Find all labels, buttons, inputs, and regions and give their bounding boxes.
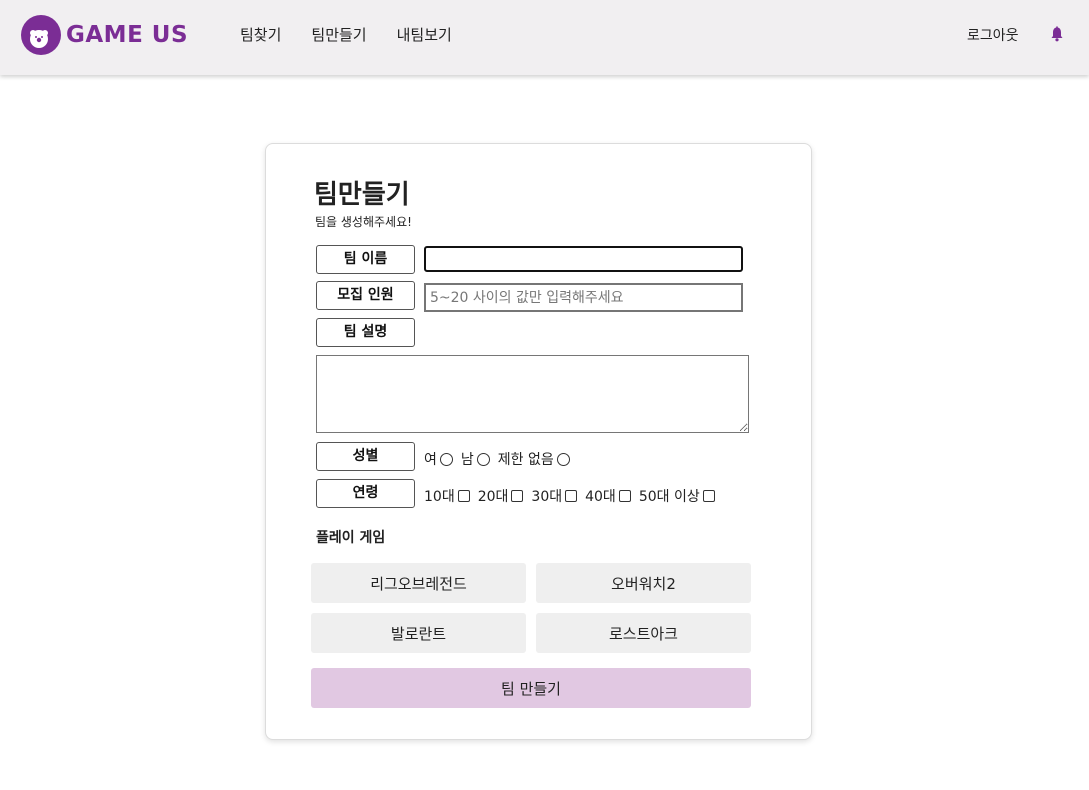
play-game-label: 플레이 게임: [316, 530, 386, 546]
game-button-overwatch2[interactable]: 오버워치2: [536, 563, 751, 603]
recruit-count-input[interactable]: [424, 283, 743, 312]
gender-label: 성별: [316, 442, 415, 471]
age-option-label: 50대 이상: [638, 489, 700, 505]
age-option-30s[interactable]: 30대: [531, 486, 578, 506]
brand-name: GAME US: [66, 22, 189, 48]
age-40s-checkbox[interactable]: [618, 490, 631, 502]
gender-option-label: 남: [460, 452, 474, 468]
game-button-valorant[interactable]: 발로란트: [311, 613, 526, 653]
gender-option-label: 여: [424, 452, 437, 468]
create-team-submit-button[interactable]: 팀 만들기: [311, 668, 751, 708]
gender-option-male[interactable]: 남: [461, 449, 490, 469]
age-label: 연령: [316, 479, 415, 508]
recruit-count-label: 모집 인원: [316, 281, 415, 310]
age-option-label: 40대: [585, 489, 616, 505]
logout-link[interactable]: 로그아웃: [967, 25, 1019, 45]
gender-option-label: 제한 없음: [497, 452, 554, 468]
age-option-label: 20대: [477, 489, 509, 505]
gender-option-female[interactable]: 여: [424, 449, 453, 469]
game-button-lol[interactable]: 리그오브레전드: [311, 563, 526, 603]
age-option-50s-plus[interactable]: 50대 이상: [639, 486, 715, 506]
nav-create-team[interactable]: 팀만들기: [311, 24, 366, 45]
age-30s-checkbox[interactable]: [565, 490, 578, 502]
gender-any-radio[interactable]: [556, 452, 570, 466]
age-50s-plus-checkbox[interactable]: [702, 490, 715, 502]
age-20s-checkbox[interactable]: [511, 490, 524, 502]
team-description-textarea[interactable]: [316, 355, 749, 433]
page-subtitle: 팀을 생성해주세요!: [315, 215, 412, 229]
brand-logo[interactable]: GAME US: [20, 14, 188, 56]
main-nav: 팀찾기 팀만들기 내팀보기: [240, 24, 452, 45]
gender-female-radio[interactable]: [439, 452, 453, 466]
create-team-card: 팀만들기 팀을 생성해주세요! 팀 이름 모집 인원 팀 설명 성별 여 남 제…: [265, 143, 812, 740]
team-name-input[interactable]: [424, 246, 743, 272]
age-option-label: 10대: [424, 489, 455, 505]
team-description-label: 팀 설명: [316, 318, 415, 347]
top-header: GAME US 팀찾기 팀만들기 내팀보기 로그아웃: [0, 0, 1089, 75]
game-button-lostark[interactable]: 로스트아크: [536, 613, 751, 653]
page-title: 팀만들기: [314, 180, 410, 210]
age-option-label: 30대: [531, 489, 563, 505]
age-10s-checkbox[interactable]: [457, 490, 470, 502]
age-options: 10대 20대 30대 40대 50대 이상: [424, 486, 723, 506]
nav-find-team[interactable]: 팀찾기: [240, 24, 281, 45]
bear-logo-icon: [21, 15, 61, 55]
gender-male-radio[interactable]: [476, 452, 490, 466]
bell-icon[interactable]: [1050, 26, 1064, 42]
team-name-label: 팀 이름: [316, 245, 415, 274]
age-option-10s[interactable]: 10대: [424, 486, 470, 506]
age-option-20s[interactable]: 20대: [478, 486, 524, 506]
gender-options: 여 남 제한 없음: [424, 449, 578, 469]
age-option-40s[interactable]: 40대: [585, 486, 631, 506]
nav-my-team[interactable]: 내팀보기: [397, 24, 452, 45]
gender-option-any[interactable]: 제한 없음: [498, 449, 570, 469]
